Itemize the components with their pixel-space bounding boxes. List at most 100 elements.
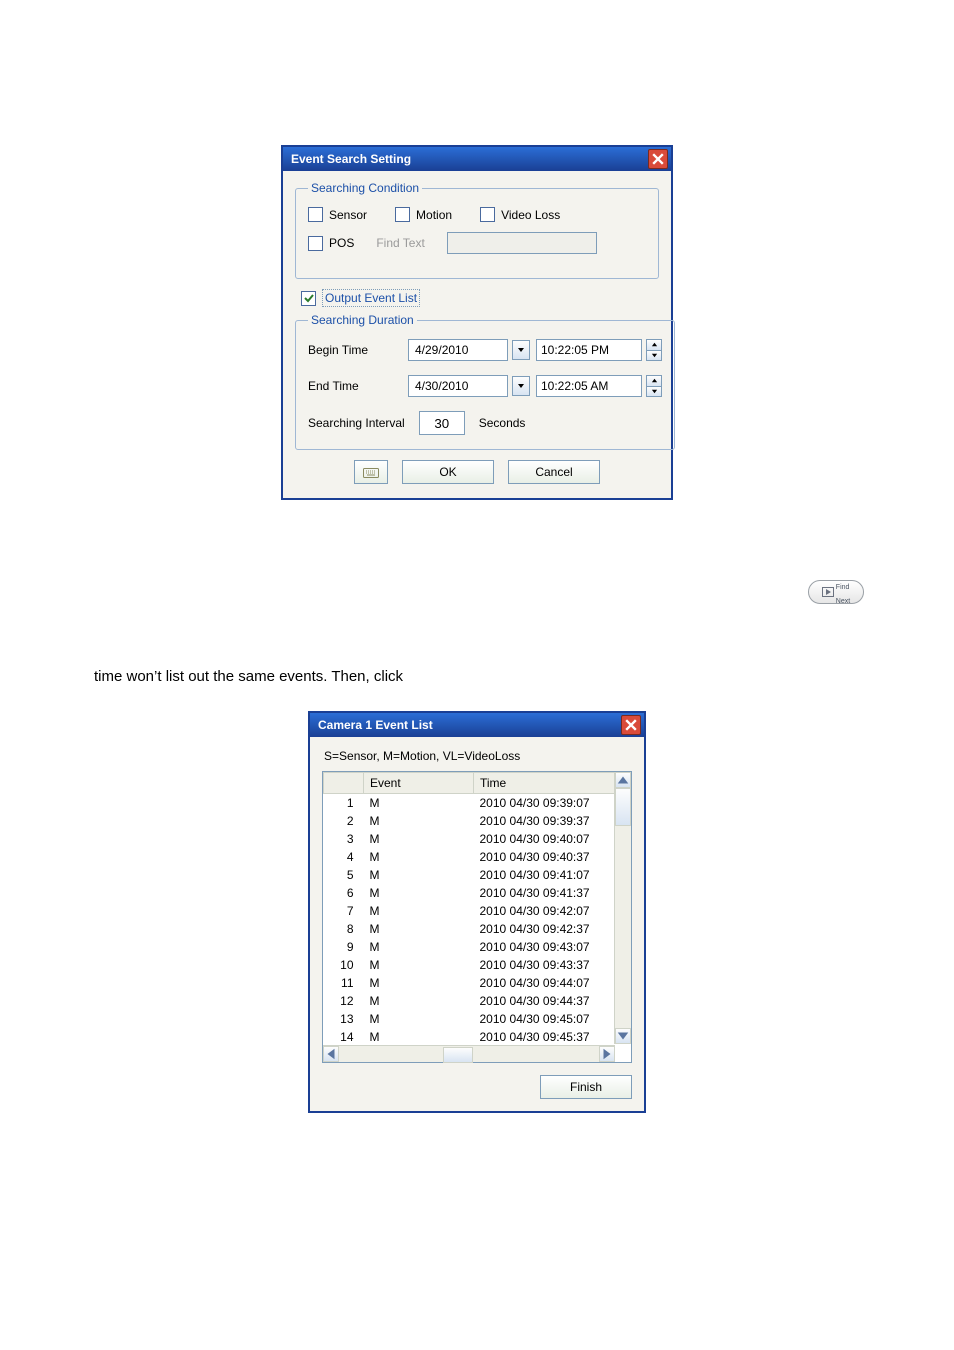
triangle-up-icon <box>651 341 658 348</box>
horizontal-scrollbar[interactable] <box>323 1045 615 1062</box>
triangle-down-icon <box>616 1029 630 1043</box>
scroll-left-button[interactable] <box>323 1046 339 1062</box>
row-event: M <box>364 794 474 813</box>
table-row[interactable]: 8M2010 04/30 09:42:37 <box>324 920 615 938</box>
vertical-scrollbar[interactable] <box>614 772 631 1044</box>
table-row[interactable]: 5M2010 04/30 09:41:07 <box>324 866 615 884</box>
table-row[interactable]: 13M2010 04/30 09:45:07 <box>324 1010 615 1028</box>
table-row[interactable]: 3M2010 04/30 09:40:07 <box>324 830 615 848</box>
play-icon <box>822 587 834 597</box>
dialog-titlebar: Camera 1 Event List <box>310 713 644 737</box>
row-number: 7 <box>324 902 364 920</box>
row-number: 14 <box>324 1028 364 1046</box>
table-row[interactable]: 12M2010 04/30 09:44:37 <box>324 992 615 1010</box>
begin-time-spinner[interactable] <box>646 339 662 361</box>
dialog-title: Camera 1 Event List <box>318 718 433 732</box>
ok-button[interactable]: OK <box>402 460 494 484</box>
scroll-down-button[interactable] <box>615 1028 631 1044</box>
keyboard-button[interactable] <box>354 460 388 484</box>
table-row[interactable]: 14M2010 04/30 09:45:37 <box>324 1028 615 1046</box>
cancel-button[interactable]: Cancel <box>508 460 600 484</box>
scroll-right-button[interactable] <box>599 1046 615 1062</box>
video-loss-label: Video Loss <box>501 208 560 222</box>
find-next-button[interactable]: Find Next <box>808 580 864 604</box>
spin-down-button[interactable] <box>646 387 662 398</box>
triangle-right-icon <box>600 1047 614 1061</box>
chevron-down-icon <box>517 346 525 354</box>
col-time-header[interactable]: Time <box>474 773 615 794</box>
searching-duration-legend: Searching Duration <box>308 313 417 327</box>
row-number: 12 <box>324 992 364 1010</box>
table-row[interactable]: 10M2010 04/30 09:43:37 <box>324 956 615 974</box>
row-number: 9 <box>324 938 364 956</box>
end-date-drop-button[interactable] <box>512 376 530 396</box>
sensor-checkbox[interactable]: Sensor <box>308 207 367 222</box>
close-button[interactable] <box>648 149 668 169</box>
end-date-combo[interactable]: 4/30/2010 <box>408 375 508 397</box>
triangle-up-icon <box>616 773 630 787</box>
row-number: 8 <box>324 920 364 938</box>
table-row[interactable]: 2M2010 04/30 09:39:37 <box>324 812 615 830</box>
video-loss-checkbox[interactable]: Video Loss <box>480 207 560 222</box>
checkbox-icon <box>480 207 495 222</box>
checkbox-icon <box>395 207 410 222</box>
table-row[interactable]: 4M2010 04/30 09:40:37 <box>324 848 615 866</box>
row-number: 3 <box>324 830 364 848</box>
begin-date-drop-button[interactable] <box>512 340 530 360</box>
searching-duration-group: Searching Duration Begin Time 4/29/2010 … <box>295 313 675 450</box>
pos-checkbox[interactable]: POS <box>308 236 354 251</box>
col-event-header[interactable]: Event <box>364 773 474 794</box>
table-row[interactable]: 6M2010 04/30 09:41:37 <box>324 884 615 902</box>
find-text-input <box>447 232 597 254</box>
pos-label: POS <box>329 236 354 250</box>
table-row[interactable]: 7M2010 04/30 09:42:07 <box>324 902 615 920</box>
spin-down-button[interactable] <box>646 351 662 362</box>
begin-date-value: 4/29/2010 <box>415 343 468 357</box>
begin-time-input[interactable]: 10:22:05 PM <box>536 339 642 361</box>
finish-button[interactable]: Finish <box>540 1075 632 1099</box>
motion-checkbox[interactable]: Motion <box>395 207 452 222</box>
end-time-value: 10:22:05 AM <box>541 379 608 393</box>
table-row[interactable]: 1M2010 04/30 09:39:07 <box>324 794 615 813</box>
searching-condition-legend: Searching Condition <box>308 181 422 195</box>
spin-up-button[interactable] <box>646 339 662 351</box>
row-event: M <box>364 866 474 884</box>
table-row[interactable]: 9M2010 04/30 09:43:07 <box>324 938 615 956</box>
row-event: M <box>364 830 474 848</box>
checkbox-icon <box>308 236 323 251</box>
scroll-up-button[interactable] <box>615 772 631 788</box>
motion-label: Motion <box>416 208 452 222</box>
end-time-input[interactable]: 10:22:05 AM <box>536 375 642 397</box>
begin-date-combo[interactable]: 4/29/2010 <box>408 339 508 361</box>
output-event-list-label: Output Event List <box>322 289 420 307</box>
row-time: 2010 04/30 09:43:37 <box>474 956 615 974</box>
searching-interval-input[interactable] <box>419 411 465 435</box>
end-time-spinner[interactable] <box>646 375 662 397</box>
row-time: 2010 04/30 09:45:37 <box>474 1028 615 1046</box>
col-number-header[interactable] <box>324 773 364 794</box>
camera-event-list-dialog: Camera 1 Event List S=Sensor, M=Motion, … <box>308 711 646 1113</box>
row-event: M <box>364 1028 474 1046</box>
searching-condition-group: Searching Condition Sensor Motion Video … <box>295 181 659 279</box>
event-list-table-wrap: Event Time 1M2010 04/30 09:39:072M2010 0… <box>322 771 632 1063</box>
end-date-value: 4/30/2010 <box>415 379 468 393</box>
scroll-thumb[interactable] <box>443 1047 473 1063</box>
row-time: 2010 04/30 09:44:07 <box>474 974 615 992</box>
end-time-label: End Time <box>308 379 408 393</box>
spin-up-button[interactable] <box>646 375 662 387</box>
table-row[interactable]: 11M2010 04/30 09:44:07 <box>324 974 615 992</box>
triangle-up-icon <box>651 377 658 384</box>
dialog-title: Event Search Setting <box>291 152 411 166</box>
row-event: M <box>364 902 474 920</box>
row-number: 6 <box>324 884 364 902</box>
close-icon <box>625 719 637 731</box>
row-time: 2010 04/30 09:42:37 <box>474 920 615 938</box>
output-event-list-checkbox[interactable] <box>301 291 316 306</box>
scroll-thumb[interactable] <box>615 788 631 826</box>
triangle-left-icon <box>324 1047 338 1061</box>
row-time: 2010 04/30 09:40:07 <box>474 830 615 848</box>
close-button[interactable] <box>621 715 641 735</box>
row-time: 2010 04/30 09:43:07 <box>474 938 615 956</box>
close-icon <box>652 153 664 165</box>
row-event: M <box>364 848 474 866</box>
